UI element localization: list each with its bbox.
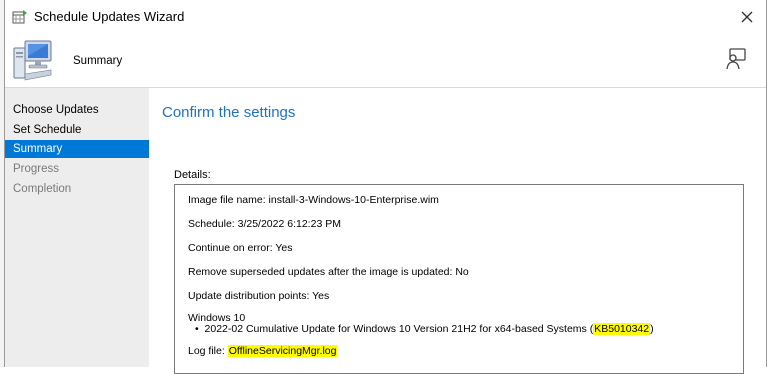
update-list-item: • 2022-02 Cumulative Update for Windows …	[195, 323, 654, 335]
nav-item-completion: Completion	[13, 183, 72, 195]
nav-item-choose-updates[interactable]: Choose Updates	[5, 101, 149, 119]
header-title: Summary	[73, 55, 123, 67]
close-button[interactable]	[736, 6, 758, 28]
window-title: Schedule Updates Wizard	[34, 9, 185, 24]
update-distribution-points: Update distribution points: Yes	[188, 290, 330, 302]
help-button[interactable]	[724, 47, 748, 71]
wizard-header: Summary	[5, 34, 766, 88]
update-title: 2022-02 Cumulative Update for Windows 10…	[204, 323, 594, 335]
log-file-label: Log file:	[188, 345, 228, 357]
schedule-value: Schedule: 3/25/2022 6:12:23 PM	[188, 218, 341, 230]
details-textbox[interactable]: Image file name: install-3-Windows-10-En…	[174, 184, 744, 374]
computer-icon	[11, 38, 55, 82]
close-icon	[741, 11, 753, 23]
details-label: Details:	[174, 169, 211, 181]
nav-item-set-schedule[interactable]: Set Schedule	[5, 121, 149, 139]
wizard-steps-nav: Choose Updates Set Schedule Summary Prog…	[5, 88, 149, 367]
log-file-line: Log file: OfflineServicingMgr.log	[188, 345, 338, 357]
kb-number: KB5010342	[593, 323, 651, 335]
update-title-close: )	[650, 323, 654, 335]
nav-item-summary[interactable]: Summary	[5, 140, 149, 158]
log-file-name: OfflineServicingMgr.log	[227, 345, 338, 357]
schedule-updates-wizard-window: Schedule Updates Wizard Summary Choose U…	[4, 0, 767, 374]
help-person-icon	[726, 48, 746, 70]
title-bar: Schedule Updates Wizard	[5, 0, 766, 34]
continue-on-error: Continue on error: Yes	[188, 242, 293, 254]
page-heading: Confirm the settings	[162, 104, 296, 121]
image-file-name: Image file name: install-3-Windows-10-En…	[188, 194, 439, 206]
bullet-icon: •	[195, 323, 205, 335]
nav-item-progress: Progress	[13, 163, 60, 175]
remove-superseded: Remove superseded updates after the imag…	[188, 266, 469, 278]
main-content: Confirm the settings Details: Image file…	[150, 88, 766, 374]
wizard-app-icon	[12, 9, 28, 25]
